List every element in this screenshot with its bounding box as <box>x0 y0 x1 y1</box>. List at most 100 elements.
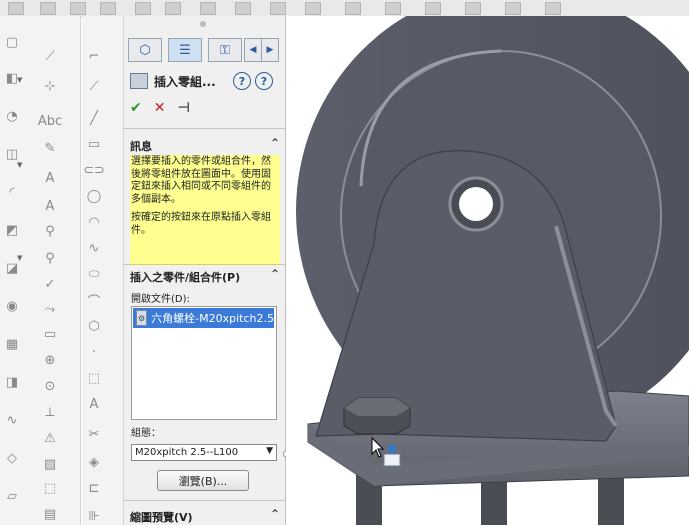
arc-icon[interactable]: ◠ <box>84 212 104 232</box>
weld-icon[interactable]: ⤳ <box>40 299 60 319</box>
insert-section-header[interactable]: 插入之零件/組合件(P) ⌃ <box>130 267 280 285</box>
fillet-sketch-icon[interactable]: ⌒ <box>84 290 104 310</box>
toolbar-button[interactable] <box>305 2 321 15</box>
line-icon[interactable]: ⌐ <box>84 46 104 66</box>
toolbar-button[interactable] <box>270 2 286 15</box>
mirror-sketch-icon[interactable]: ⊪ <box>84 506 104 526</box>
feature-manager-tab[interactable]: ⬡ <box>128 38 162 62</box>
centerline-icon[interactable]: ⟂ <box>40 402 60 422</box>
message-section-header[interactable]: 訊息 ⌃ <box>130 136 280 154</box>
hatch-icon[interactable]: ▨ <box>40 454 60 474</box>
toolbar-button[interactable] <box>425 2 441 15</box>
sketch-text-icon[interactable]: A <box>84 394 104 414</box>
browse-button[interactable]: 瀏覽(B)... <box>157 470 249 491</box>
balloon-icon[interactable]: ⚲ <box>40 221 60 241</box>
brush-icon[interactable]: ✎ <box>40 138 60 158</box>
ok-check-icon[interactable]: ✔ <box>130 100 142 116</box>
configuration-manager-tab[interactable]: ⚿ <box>208 38 242 62</box>
polygon-icon[interactable]: ⬡ <box>84 316 104 336</box>
datum-icon[interactable]: ▭ <box>40 324 60 344</box>
list-item[interactable]: ⚙ 六角螺栓-M20xpitch2.5 <box>133 308 274 328</box>
block-icon[interactable]: ⬚ <box>40 478 60 498</box>
collapse-icon[interactable]: ⌃ <box>270 507 280 521</box>
toolbar-button[interactable] <box>135 2 151 15</box>
message-section-title: 訊息 <box>130 140 152 153</box>
top-toolbar <box>0 0 689 17</box>
confirm-actions: ✔ ✕ ⊣ <box>130 100 190 116</box>
point-icon[interactable]: · <box>84 342 104 362</box>
insert-cursor-dot <box>388 445 396 453</box>
curve-icon[interactable]: ∿ <box>2 410 22 430</box>
ellipse-icon[interactable]: ⬭ <box>84 264 104 284</box>
detail-help-icon[interactable]: ? <box>233 72 251 90</box>
warning-icon[interactable]: ⚠ <box>40 428 60 448</box>
collapse-icon[interactable]: ⌃ <box>270 267 280 281</box>
slot-icon[interactable]: ⊂⊃ <box>83 160 105 180</box>
open-documents-list[interactable]: ⚙ 六角螺栓-M20xpitch2.5 <box>131 306 277 420</box>
offset-icon[interactable]: ⊏ <box>84 478 104 498</box>
sketch-toolbar-1: ▢ ◧ ◔ ◫ ◜ ◩ ◪ ◉ ▦ ◨ ∿ ◇ ▱ ▼ ▼ ▼ <box>0 16 41 525</box>
box-icon[interactable]: ▢ <box>2 32 22 52</box>
fillet-icon[interactable]: ◜ <box>2 182 22 202</box>
collapse-icon[interactable]: ⌃ <box>270 136 280 150</box>
model-view[interactable] <box>286 16 689 525</box>
toolbar-button[interactable] <box>70 2 86 15</box>
thumbnail-preview-header[interactable]: 縮圖預覽(V) ⌃ <box>130 507 280 525</box>
stack-icon[interactable]: ⚲ <box>40 248 60 268</box>
toolbar-button[interactable] <box>465 2 481 15</box>
mirror-icon[interactable]: ◨ <box>2 372 22 392</box>
chevron-down-icon[interactable]: ▼ <box>17 76 22 84</box>
toolbar-button[interactable] <box>345 2 361 15</box>
configuration-label: 組態： <box>131 428 161 439</box>
construction-icon[interactable]: ⬚ <box>84 368 104 388</box>
configuration-select[interactable]: M20xpitch 2.5--L100 ▼ <box>131 444 277 461</box>
toolbar-button[interactable] <box>235 2 251 15</box>
circle-icon[interactable]: ◯ <box>84 186 104 206</box>
smart-dimension-icon[interactable]: ⟋ <box>40 46 60 66</box>
toolbar-button[interactable] <box>8 2 24 15</box>
line-tool-icon[interactable]: ╱ <box>84 108 104 128</box>
hole-icon[interactable]: ◉ <box>2 296 22 316</box>
geometric-tol-icon[interactable]: ⊕ <box>40 350 60 370</box>
pin-icon[interactable]: ⊣ <box>177 100 190 116</box>
graphics-area[interactable] <box>286 16 689 525</box>
toolbar-button[interactable] <box>40 2 56 15</box>
cancel-x-icon[interactable]: ✕ <box>154 100 166 116</box>
text-style-icon[interactable]: A <box>40 196 60 216</box>
center-mark-icon[interactable]: ⊙ <box>40 376 60 396</box>
toolbar-button[interactable] <box>505 2 521 15</box>
toolbar-button[interactable] <box>165 2 181 15</box>
panel-grip[interactable] <box>200 21 206 27</box>
relation-icon[interactable]: ⊹ <box>40 76 60 96</box>
toolbar-button[interactable] <box>200 2 216 15</box>
ref-icon[interactable]: ◇ <box>2 448 22 468</box>
chevron-down-icon[interactable]: ▼ <box>266 446 273 456</box>
tab-scroll-right[interactable]: ▶ <box>261 38 279 62</box>
toolbar-button[interactable] <box>100 2 116 15</box>
tab-scroll-left[interactable]: ◀ <box>244 38 262 62</box>
chevron-down-icon[interactable]: ▼ <box>17 161 22 169</box>
check-icon[interactable]: ✓ <box>40 274 60 294</box>
toolbar-button[interactable] <box>545 2 561 15</box>
abc-icon[interactable]: Abc <box>38 111 62 131</box>
text-icon[interactable]: A <box>40 168 60 188</box>
manager-tabs: ⬡ ☰ ⚿ ◀ ▶ <box>124 36 285 62</box>
pattern-icon[interactable]: ▦ <box>2 334 22 354</box>
property-manager-tab[interactable]: ☰ <box>168 38 202 62</box>
message-text-1: 選擇要插入的零件或組合件，然後將零組件放在圖面中。使用固定鈕來插入相同或不同零組… <box>131 156 271 205</box>
spline-icon[interactable]: ∿ <box>84 238 104 258</box>
sketch-toolbar-3: ⌐ ⟋ ╱ ▭ ⊂⊃ ◯ ◠ ∿ ⬭ ⌒ ⬡ · ⬚ A ✂ ◈ ⊏ ⊪ <box>82 16 124 525</box>
trim-icon[interactable]: ✂ <box>84 424 104 444</box>
sketch-icon[interactable]: ⟋ <box>84 76 104 96</box>
toolbar-button[interactable] <box>385 2 401 15</box>
rib-icon[interactable]: ◩ <box>2 220 22 240</box>
plane-icon[interactable]: ▱ <box>2 486 22 506</box>
rectangle-icon[interactable]: ▭ <box>84 134 104 154</box>
revolve-icon[interactable]: ◔ <box>2 106 22 126</box>
table-icon[interactable]: ▤ <box>40 504 60 524</box>
help-icon[interactable]: ? <box>255 72 273 90</box>
divider <box>124 500 285 501</box>
property-manager-panel: ⬡ ☰ ⚿ ◀ ▶ 插入零組... ? ? ✔ ✕ ⊣ 訊息 ⌃ 選擇要插入的零… <box>124 16 286 525</box>
convert-icon[interactable]: ◈ <box>84 452 104 472</box>
chevron-down-icon[interactable]: ▼ <box>17 254 22 262</box>
